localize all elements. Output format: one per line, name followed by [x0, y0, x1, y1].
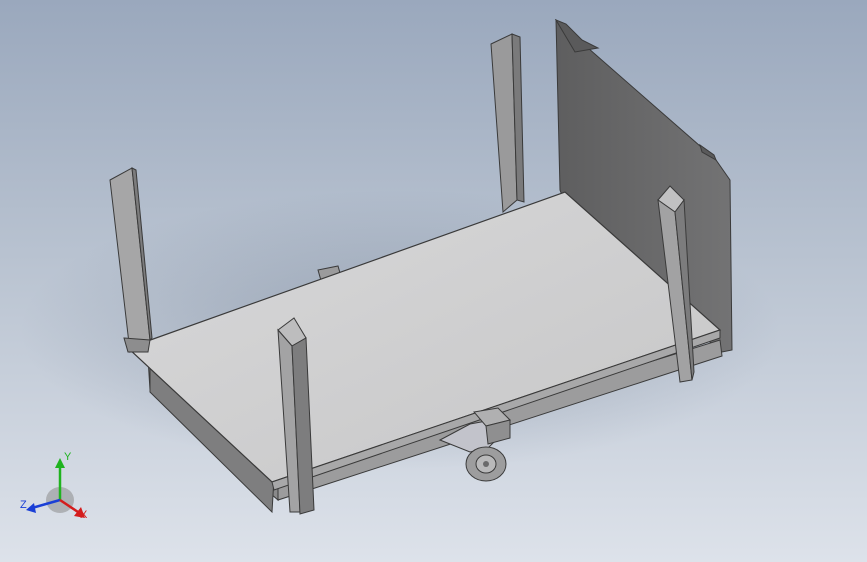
graphics-viewport[interactable]: Y Z X [0, 0, 867, 562]
x-axis-label: X [80, 509, 88, 521]
reference-triad[interactable]: Y Z X [18, 446, 98, 526]
z-arrow-icon [26, 503, 36, 513]
cart-model[interactable] [0, 0, 867, 562]
z-axis-label: Z [20, 499, 27, 511]
rear-left-post[interactable] [490, 33, 525, 214]
y-axis-label: Y [64, 451, 72, 463]
